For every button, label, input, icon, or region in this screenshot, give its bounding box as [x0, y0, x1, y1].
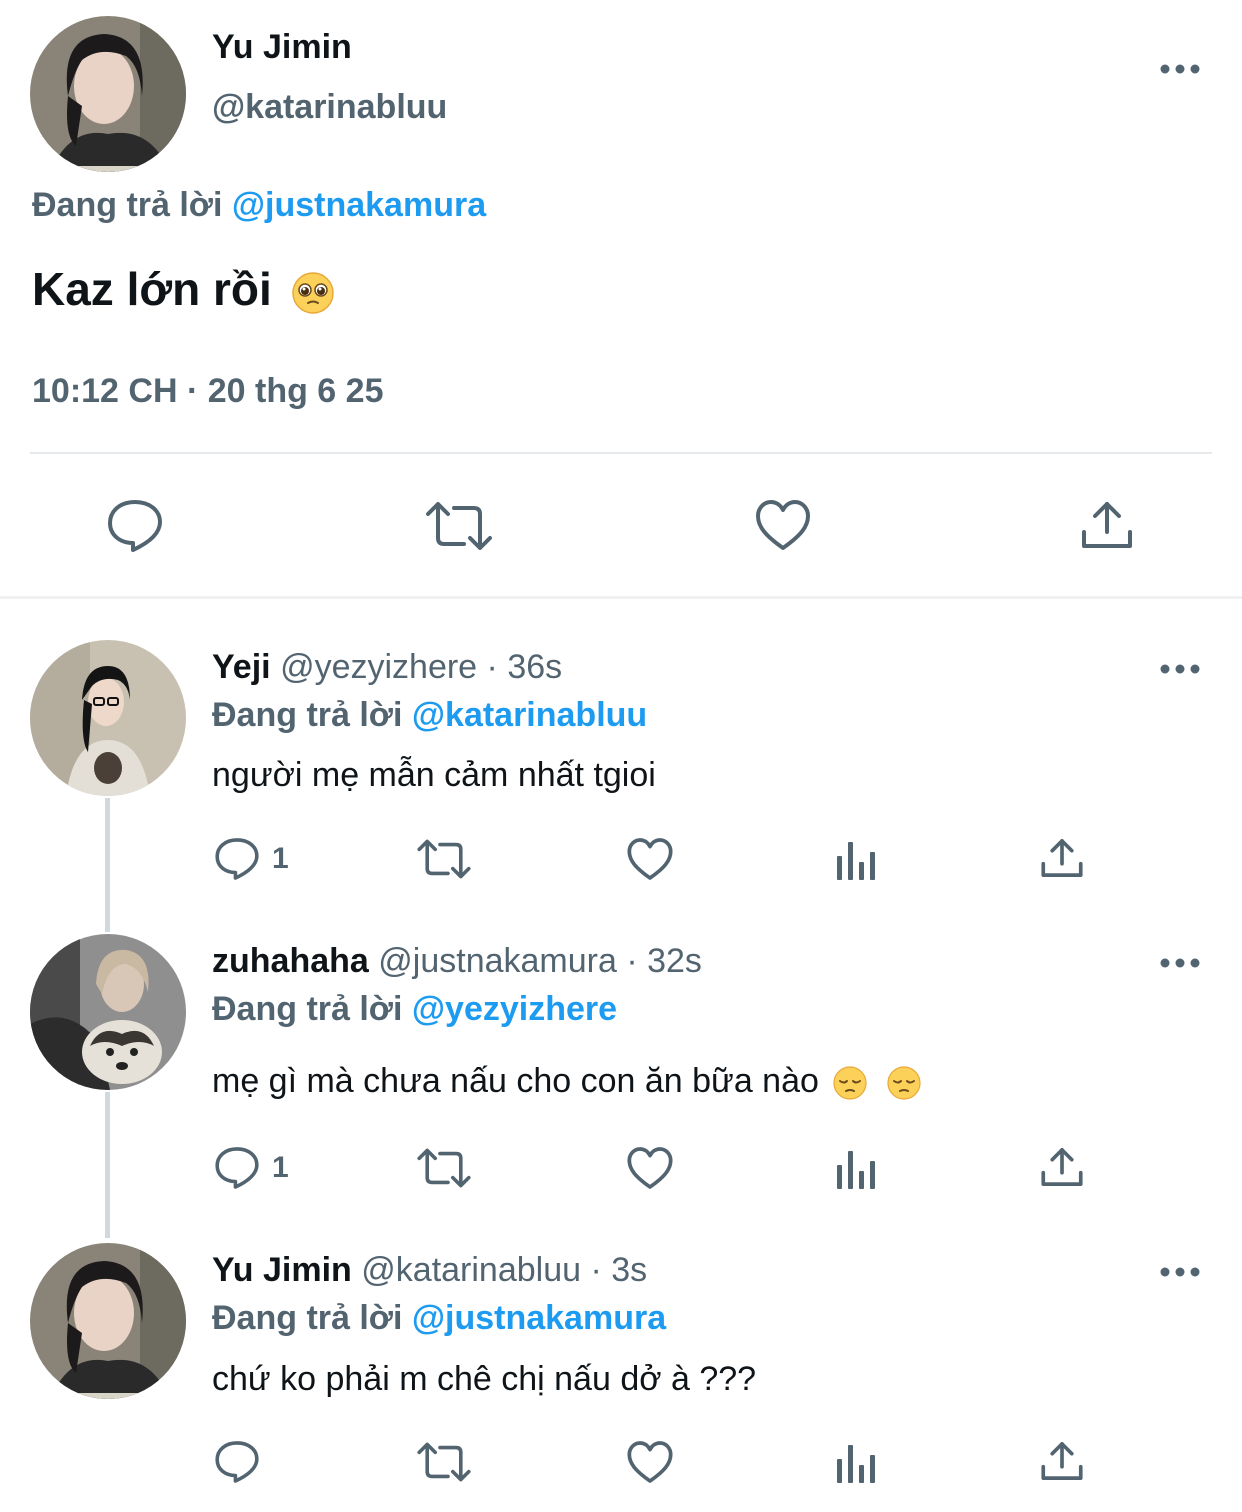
reply-header: zuhahaha @justnakamura · 32s	[212, 942, 702, 981]
share-icon[interactable]	[1080, 498, 1134, 552]
analytics-icon[interactable]	[834, 838, 878, 882]
reply-author-name[interactable]: zuhahaha	[212, 942, 369, 980]
replying-prefix: Đang trả lời	[212, 696, 403, 734]
thread-connector-line	[105, 1092, 110, 1238]
reply-time[interactable]: · 3s	[591, 1251, 648, 1289]
reply-icon[interactable]	[106, 498, 164, 554]
reply-count: 1	[272, 1151, 289, 1184]
analytics-icon[interactable]	[834, 1147, 878, 1191]
reply-header: Yeji @yezyizhere · 36s	[212, 648, 562, 687]
reply-author-handle[interactable]: @katarinabluu	[361, 1251, 581, 1289]
replying-mention-link[interactable]: @yezyizhere	[412, 990, 617, 1028]
reply-action[interactable]: 1	[214, 1145, 289, 1191]
author-handle[interactable]: @katarinabluu	[212, 88, 447, 127]
tweet-timestamp[interactable]: 10:12 CH · 20 thg 6 25	[32, 372, 383, 411]
share-icon[interactable]	[1040, 1439, 1084, 1483]
reply-avatar[interactable]	[30, 640, 186, 796]
like-heart-icon[interactable]	[754, 498, 812, 552]
retweet-icon[interactable]	[416, 1147, 472, 1189]
reply-header: Yu Jimin @katarinabluu · 3s	[212, 1251, 647, 1290]
like-heart-icon[interactable]	[626, 836, 674, 882]
more-horizontal-icon[interactable]	[1160, 662, 1200, 676]
reply-icon[interactable]	[214, 1439, 260, 1485]
share-icon[interactable]	[1040, 1145, 1084, 1189]
reply-text: chứ ko phải m chê chị nấu dở à ???	[212, 1360, 757, 1398]
analytics-icon[interactable]	[834, 1441, 878, 1485]
reply-text-content: mẹ gì mà chưa nấu cho con ăn bữa nào	[212, 1062, 819, 1100]
retweet-icon[interactable]	[416, 1441, 472, 1483]
replying-to-line: Đang trả lời @justnakamura	[32, 186, 486, 225]
author-avatar[interactable]	[30, 16, 186, 172]
reply-author-name[interactable]: Yeji	[212, 648, 271, 686]
reply-text: mẹ gì mà chưa nấu cho con ăn bữa nào	[212, 1062, 922, 1101]
replying-to-line: Đang trả lời @katarinabluu	[212, 696, 647, 735]
reply-action[interactable]	[214, 1439, 272, 1485]
reply-avatar[interactable]	[30, 934, 186, 1090]
section-divider	[0, 596, 1242, 599]
reply-avatar[interactable]	[30, 1243, 186, 1399]
like-heart-icon[interactable]	[626, 1145, 674, 1191]
reply-icon[interactable]	[214, 1145, 260, 1191]
replying-mention-link[interactable]: @justnakamura	[232, 186, 486, 224]
reply-time[interactable]: · 36s	[487, 648, 563, 686]
replying-prefix: Đang trả lời	[212, 1299, 403, 1337]
reply-time[interactable]: · 32s	[626, 942, 702, 980]
pensive-face-emoji-icon	[833, 1066, 867, 1100]
reply-action[interactable]: 1	[214, 836, 289, 882]
more-horizontal-icon[interactable]	[1160, 1265, 1200, 1279]
tweet-text: Kaz lớn rồi	[32, 262, 335, 316]
replying-prefix: Đang trả lời	[32, 186, 223, 224]
pensive-face-emoji-icon	[887, 1066, 921, 1100]
thread-connector-line	[105, 798, 110, 932]
replying-mention-link[interactable]: @katarinabluu	[412, 696, 647, 734]
divider	[30, 452, 1212, 454]
like-heart-icon[interactable]	[626, 1439, 674, 1485]
replying-prefix: Đang trả lời	[212, 990, 403, 1028]
replying-mention-link[interactable]: @justnakamura	[412, 1299, 666, 1337]
retweet-icon[interactable]	[416, 838, 472, 880]
retweet-icon[interactable]	[424, 500, 494, 552]
reply-author-handle[interactable]: @justnakamura	[378, 942, 617, 980]
share-icon[interactable]	[1040, 836, 1084, 880]
reply-text: người mẹ mẫn cảm nhất tgioi	[212, 756, 656, 794]
more-horizontal-icon[interactable]	[1160, 62, 1200, 76]
more-horizontal-icon[interactable]	[1160, 956, 1200, 970]
replying-to-line: Đang trả lời @yezyizhere	[212, 990, 617, 1029]
reply-count: 1	[272, 842, 289, 875]
reply-icon[interactable]	[214, 836, 260, 882]
replying-to-line: Đang trả lời @justnakamura	[212, 1299, 666, 1338]
pleading-face-emoji-icon	[291, 272, 334, 314]
reply-author-name[interactable]: Yu Jimin	[212, 1251, 352, 1289]
tweet-text-content: Kaz lớn rồi	[32, 263, 272, 315]
author-name[interactable]: Yu Jimin	[212, 28, 352, 67]
reply-author-handle[interactable]: @yezyizhere	[280, 648, 477, 686]
